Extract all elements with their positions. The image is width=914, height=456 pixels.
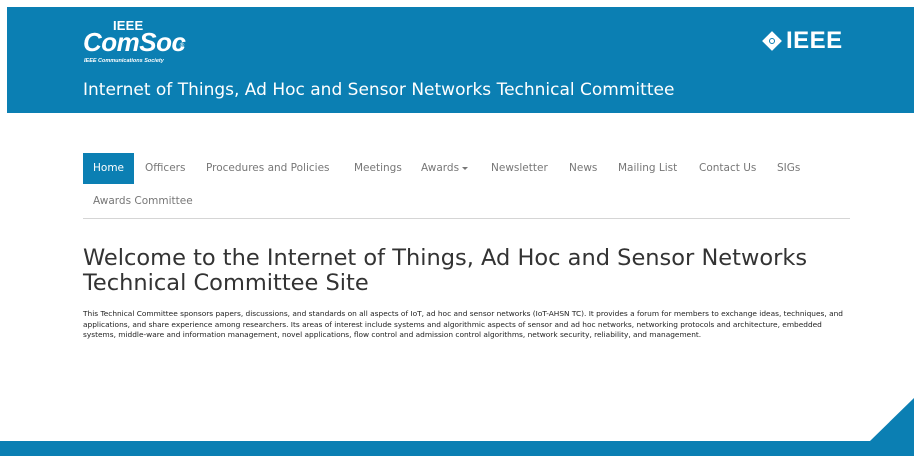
chevron-down-icon <box>462 166 469 170</box>
comsoc-logo-wordmark: ComSoc <box>83 27 186 57</box>
page-title: Welcome to the Internet of Things, Ad Ho… <box>83 245 808 296</box>
ieee-logo-wordmark: IEEE <box>786 27 843 54</box>
nav-item-awards-label: Awards <box>421 162 460 174</box>
nav-item-procedures-and-policies[interactable]: Procedures and Policies <box>196 153 340 184</box>
nav-item-home[interactable]: Home <box>83 153 135 184</box>
footer-corner-decoration <box>870 398 914 441</box>
ieee-diamond-icon <box>762 31 782 51</box>
nav-item-officers[interactable]: Officers <box>135 153 195 184</box>
nav-item-meetings[interactable]: Meetings <box>344 153 412 184</box>
nav-item-newsletter[interactable]: Newsletter <box>481 153 558 184</box>
nav-item-contact-us[interactable]: Contact Us <box>689 153 766 184</box>
comsoc-logo-registered: ® <box>179 42 185 49</box>
comsoc-logo-tagline: IEEE Communications Society <box>84 58 164 64</box>
site-footer <box>0 441 914 456</box>
nav-item-mailing-list[interactable]: Mailing List <box>608 153 687 184</box>
nav-item-sigs[interactable]: SIGs <box>767 153 810 184</box>
ieee-logo[interactable]: IEEE <box>762 27 843 54</box>
nav-item-awards-committee[interactable]: Awards Committee <box>83 186 203 217</box>
main-nav: Home Officers Procedures and Policies Me… <box>83 153 850 219</box>
intro-paragraph: This Technical Committee sponsors papers… <box>83 309 843 339</box>
site-title[interactable]: Internet of Things, Ad Hoc and Sensor Ne… <box>83 80 674 100</box>
nav-item-news[interactable]: News <box>559 153 607 184</box>
comsoc-logo[interactable]: IEEE ComSoc ® IEEE Communications Societ… <box>83 18 186 70</box>
nav-item-awards[interactable]: Awards <box>411 153 478 184</box>
site-header: IEEE ComSoc ® IEEE Communications Societ… <box>7 7 914 113</box>
